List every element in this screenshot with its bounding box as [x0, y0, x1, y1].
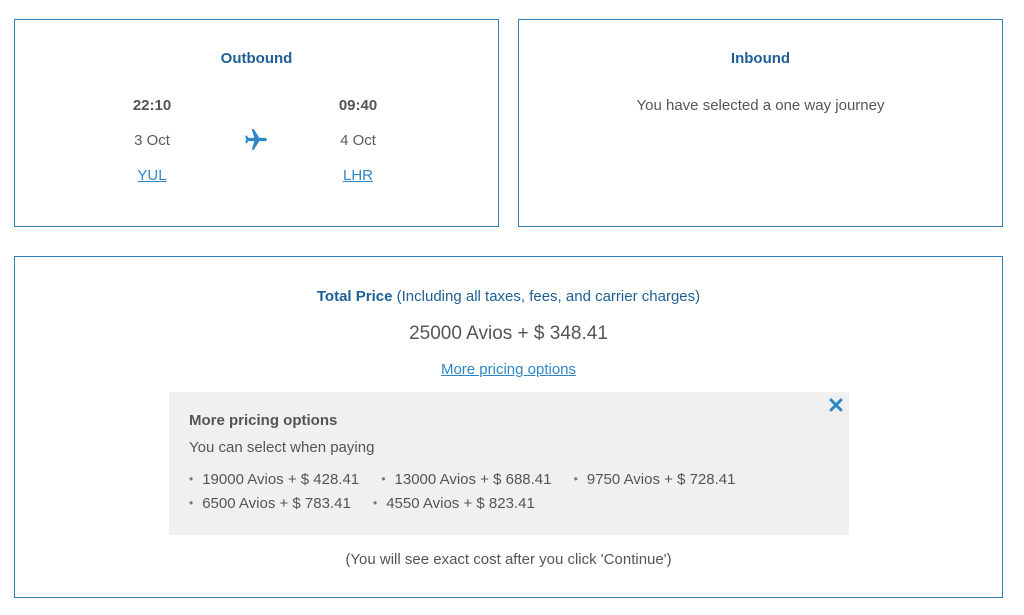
arrival-time: 09:40: [338, 97, 378, 114]
arrival-date: 4 Oct: [340, 132, 376, 149]
inbound-title: Inbound: [730, 50, 791, 67]
one-way-message: You have selected a one way journey: [636, 97, 885, 114]
arrival-airport-link[interactable]: LHR: [318, 167, 398, 184]
outbound-panel: Outbound 22:10 3 Oct YUL 09:40 4 Oct LHR: [14, 19, 499, 227]
pricing-option: 4550 Avios + $ 823.41: [373, 492, 535, 516]
pricing-options-title: More pricing options: [189, 412, 338, 429]
more-pricing-options-row: More pricing options: [15, 361, 1002, 378]
pricing-option: 6500 Avios + $ 783.41: [189, 492, 351, 516]
pricing-option: 19000 Avios + $ 428.41: [189, 468, 359, 492]
pricing-option: 9750 Avios + $ 728.41: [574, 468, 736, 492]
pricing-options-list: 19000 Avios + $ 428.41 13000 Avios + $ 6…: [189, 468, 829, 516]
total-price-note: (Including all taxes, fees, and carrier …: [396, 288, 701, 305]
more-pricing-options-link[interactable]: More pricing options: [441, 361, 576, 378]
plane-icon: [245, 129, 267, 150]
price-panel: Total Price (Including all taxes, fees, …: [14, 256, 1003, 598]
total-price-amount: 25000 Avios + $ 348.41: [409, 323, 608, 344]
pricing-options-subtitle: You can select when paying: [189, 439, 375, 456]
departure-airport-link[interactable]: YUL: [112, 167, 192, 184]
outbound-title: Outbound: [220, 50, 293, 67]
exact-cost-footnote: (You will see exact cost after you click…: [345, 551, 672, 568]
pricing-options-box: More pricing options You can select when…: [169, 392, 849, 535]
close-icon[interactable]: [829, 398, 843, 412]
total-price-heading: Total Price (Including all taxes, fees, …: [15, 288, 1002, 305]
departure-date: 3 Oct: [134, 132, 170, 149]
inbound-panel: Inbound You have selected a one way jour…: [518, 19, 1003, 227]
departure-time: 22:10: [132, 97, 172, 114]
pricing-option: 13000 Avios + $ 688.41: [381, 468, 552, 492]
total-price-label: Total Price: [316, 288, 393, 305]
